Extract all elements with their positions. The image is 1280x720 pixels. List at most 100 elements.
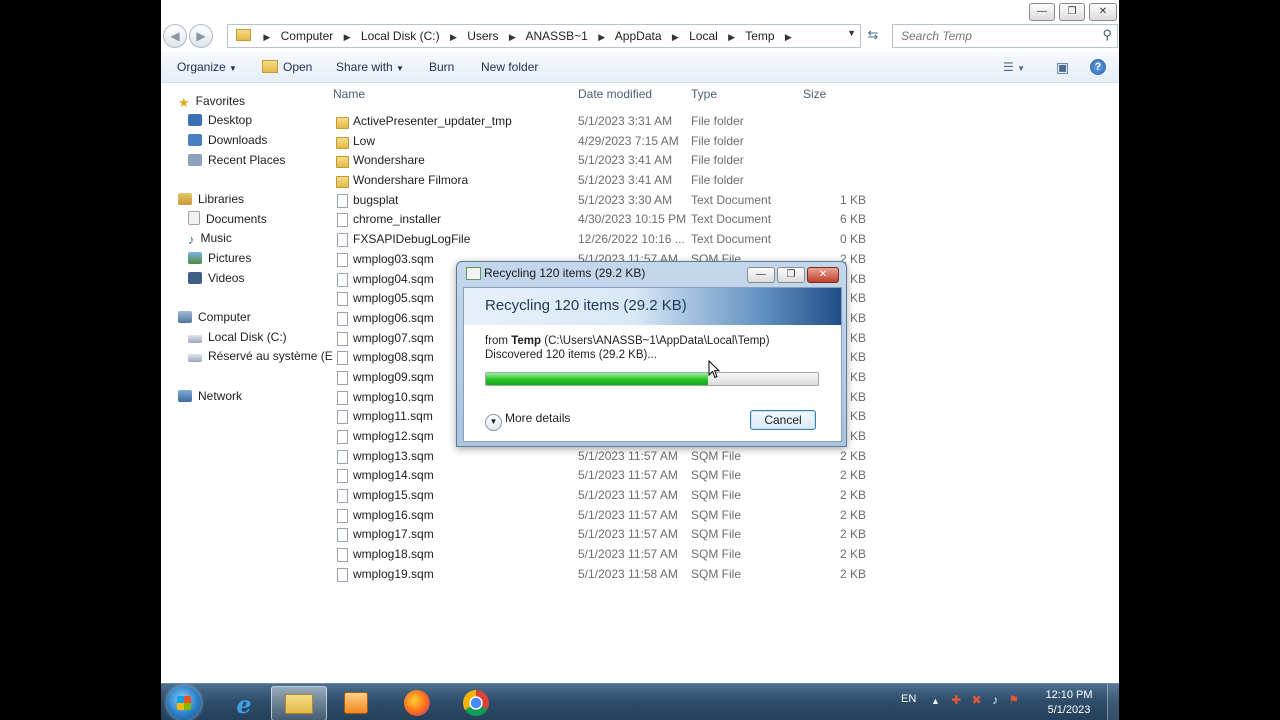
file-name: wmplog19.sqm <box>353 566 434 581</box>
nav-music[interactable]: ♪ Music <box>188 229 232 247</box>
column-size[interactable]: Size <box>803 87 826 101</box>
breadcrumb-local-disk[interactable]: Local Disk (C:) <box>361 29 440 43</box>
taskbar-media-app[interactable] <box>329 686 383 719</box>
column-type[interactable]: Type <box>691 87 717 101</box>
breadcrumb-computer[interactable]: Computer <box>281 29 334 43</box>
help-button[interactable]: ? <box>1090 59 1106 75</box>
search-box[interactable]: ⚲ <box>892 24 1118 48</box>
nav-favorites[interactable]: ★ Favorites <box>178 92 245 110</box>
nav-downloads[interactable]: Downloads <box>188 131 267 149</box>
back-button[interactable]: ◀ <box>163 24 187 48</box>
file-type: SQM File <box>691 488 742 503</box>
file-row[interactable]: ActivePresenter_updater_tmp 5/1/2023 3:31… <box>331 112 869 132</box>
cancel-button[interactable]: Cancel <box>750 410 816 430</box>
file-row[interactable]: wmplog19.sqm 5/1/2023 11:58 AM SQM File 2 K… <box>331 565 869 585</box>
breadcrumb-appdata[interactable]: AppData <box>615 29 662 43</box>
file-row[interactable]: wmplog18.sqm 5/1/2023 11:57 AM SQM File 2 K… <box>331 545 869 565</box>
share-with-button[interactable]: Share with ▼ <box>336 52 404 82</box>
nav-label: Documents <box>206 212 267 226</box>
nav-network[interactable]: Network <box>178 387 242 405</box>
breadcrumb: ▶ Computer ▶ Local Disk (C:) ▶ Users ▶ A… <box>236 25 799 47</box>
file-type: File folder <box>691 133 744 148</box>
burn-button[interactable]: Burn <box>429 52 454 82</box>
file-row[interactable]: Wondershare 5/1/2023 3:41 AM File folder <box>331 151 869 171</box>
open-button[interactable]: Open <box>262 52 312 82</box>
nav-desktop[interactable]: Desktop <box>188 111 252 129</box>
file-row[interactable]: wmplog13.sqm 5/1/2023 11:57 AM SQM File 2 K… <box>331 447 869 467</box>
share-with-label: Share with <box>336 60 393 74</box>
from-folder[interactable]: Temp <box>511 335 541 347</box>
refresh-button[interactable]: ⇆ <box>863 25 883 45</box>
network-status-icon[interactable]: ✖ <box>972 693 982 707</box>
nav-local-disk[interactable]: Local Disk (C:) <box>188 328 287 346</box>
more-details-toggle[interactable]: ▼ More details <box>485 411 570 431</box>
clock[interactable]: 12:10 PM 5/1/2023 <box>1041 688 1097 718</box>
explorer-window: — ❐ ✕ ◀ ▶ ▶ Computer ▶ Local Disk (C:) ▶… <box>161 0 1119 720</box>
file-row[interactable]: bugsplat 5/1/2023 3:30 AM Text Document 1 K… <box>331 191 869 211</box>
desktop-icon <box>188 114 202 126</box>
file-date: 12/26/2022 10:16 ... <box>578 232 685 247</box>
action-center-icon[interactable]: ⚑ <box>1008 693 1019 707</box>
breadcrumb-users[interactable]: Users <box>467 29 498 43</box>
show-hidden-icons-icon[interactable]: ▲ <box>931 696 940 706</box>
file-name: wmplog09.sqm <box>353 369 434 384</box>
file-name: Low <box>353 133 376 148</box>
file-type: File folder <box>691 114 744 128</box>
breadcrumb-local[interactable]: Local <box>689 29 718 43</box>
organize-button[interactable]: Organize ▼ <box>177 52 237 82</box>
file-row[interactable]: FXSAPIDebugLogFile 12/26/2022 10:16 ... Te… <box>331 230 869 250</box>
column-date-modified[interactable]: Date modified <box>578 87 652 101</box>
volume-icon[interactable]: ♪ <box>992 693 998 707</box>
document-icon <box>337 528 348 543</box>
nav-computer[interactable]: Computer <box>178 308 251 326</box>
chevron-down-icon: ▼ <box>229 64 237 73</box>
address-bar[interactable]: ▶ Computer ▶ Local Disk (C:) ▶ Users ▶ A… <box>227 24 861 48</box>
file-row[interactable]: wmplog14.sqm 5/1/2023 11:57 AM SQM File 2 K… <box>331 466 869 486</box>
nav-libraries[interactable]: Libraries <box>178 190 244 208</box>
nav-reserved[interactable]: Réservé au système (E <box>188 347 333 365</box>
breadcrumb-user[interactable]: ANASSB~1 <box>525 29 587 43</box>
taskbar-firefox[interactable] <box>390 686 444 719</box>
document-icon <box>337 430 348 444</box>
start-button[interactable] <box>167 686 201 720</box>
language-indicator[interactable]: EN <box>901 693 916 705</box>
taskbar-internet-explorer[interactable]: e <box>217 686 271 719</box>
dialog-close-button[interactable]: ✕ <box>807 267 839 283</box>
file-row[interactable]: wmplog17.sqm 5/1/2023 11:57 AM SQM File 2 K… <box>331 525 869 545</box>
file-type: SQM File <box>691 507 742 522</box>
folder-icon <box>336 156 349 169</box>
dialog-maximize-button[interactable]: ❐ <box>777 267 805 283</box>
address-dropdown-icon[interactable]: ▼ <box>847 28 856 38</box>
view-options-button[interactable]: ☰ ▼ <box>1003 52 1025 82</box>
file-row[interactable]: Low 4/29/2023 7:15 AM File folder <box>331 132 869 152</box>
preview-pane-button[interactable]: ▣ <box>1056 52 1069 82</box>
maximize-button[interactable]: ❐ <box>1059 3 1085 21</box>
file-type: Text Document <box>691 192 772 207</box>
nav-recent-places[interactable]: Recent Places <box>188 151 285 169</box>
document-icon <box>337 410 348 425</box>
breadcrumb-temp[interactable]: Temp <box>745 29 774 43</box>
file-row[interactable]: wmplog16.sqm 5/1/2023 11:57 AM SQM File 2 K… <box>331 506 869 526</box>
file-row[interactable]: Wondershare Filmora 5/1/2023 3:41 AM File … <box>331 171 869 191</box>
folder-icon <box>336 136 349 149</box>
file-row[interactable]: chrome_installer 4/30/2023 10:15 PM Text D… <box>331 210 869 230</box>
close-button[interactable]: ✕ <box>1089 3 1117 21</box>
nav-videos[interactable]: Videos <box>188 269 244 287</box>
minimize-button[interactable]: — <box>1029 3 1055 21</box>
show-desktop-button[interactable] <box>1107 684 1119 720</box>
security-icon[interactable]: ✚ <box>951 693 961 707</box>
forward-button[interactable]: ▶ <box>189 24 213 48</box>
nav-pictures[interactable]: Pictures <box>188 249 251 267</box>
taskbar-chrome[interactable] <box>449 686 503 719</box>
file-name: Wondershare Filmora <box>353 173 469 188</box>
taskbar-windows-explorer[interactable] <box>271 686 327 720</box>
search-icon[interactable]: ⚲ <box>1102 27 1112 43</box>
view-list-icon: ☰ <box>1003 60 1014 74</box>
column-name[interactable]: Name <box>333 87 365 101</box>
nav-documents[interactable]: Documents <box>188 210 267 228</box>
file-row[interactable]: wmplog15.sqm 5/1/2023 11:57 AM SQM File 2 K… <box>331 486 869 506</box>
file-date: 4/30/2023 10:15 PM <box>578 212 687 227</box>
new-folder-button[interactable]: New folder <box>481 52 538 82</box>
dialog-minimize-button[interactable]: — <box>747 267 775 283</box>
search-input[interactable] <box>899 28 1093 44</box>
